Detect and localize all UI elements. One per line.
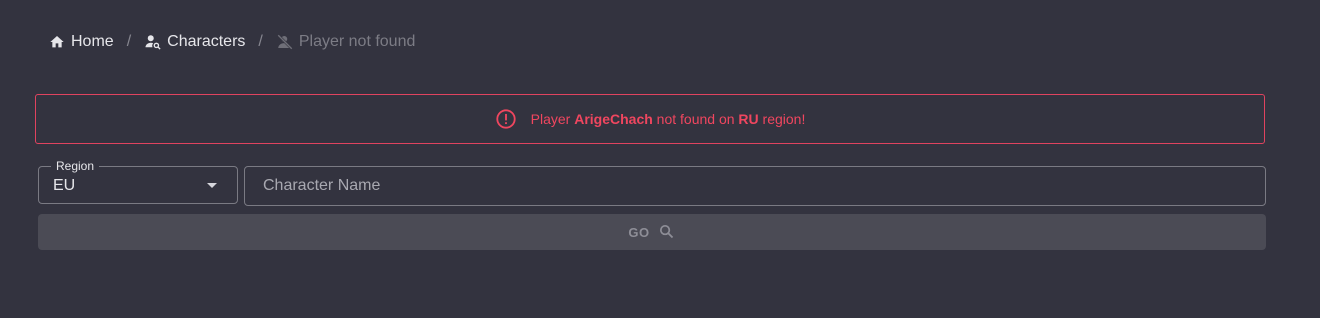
user-off-icon xyxy=(276,33,294,51)
breadcrumb-separator: / xyxy=(126,33,132,50)
alert-circle-icon xyxy=(495,108,517,130)
character-name-input[interactable] xyxy=(244,166,1266,206)
user-search-icon xyxy=(144,33,162,51)
go-button-label: GO xyxy=(628,224,650,240)
breadcrumb-home-label: Home xyxy=(71,33,114,50)
page: Home / Characters / Player not found Pla… xyxy=(0,0,1320,318)
go-button[interactable]: GO xyxy=(38,214,1266,250)
alert-region: RU xyxy=(738,111,759,127)
region-select[interactable]: Region EU xyxy=(38,159,238,204)
alert-suffix: region! xyxy=(762,111,806,127)
alert-middle: not found on xyxy=(656,111,735,127)
chevron-down-icon[interactable] xyxy=(207,183,217,188)
breadcrumb-current-label: Player not found xyxy=(298,33,416,50)
home-icon xyxy=(48,33,66,51)
alert-player-name: ArigeChach xyxy=(574,111,653,127)
alert-prefix: Player xyxy=(530,111,571,127)
breadcrumb: Home / Characters / Player not found xyxy=(48,30,415,54)
region-value: EU xyxy=(53,177,76,194)
breadcrumb-home[interactable]: Home xyxy=(48,33,114,51)
breadcrumb-characters-label: Characters xyxy=(167,33,246,50)
breadcrumb-current: Player not found xyxy=(276,33,416,51)
region-label: Region xyxy=(51,159,100,173)
search-icon xyxy=(658,223,676,241)
breadcrumb-separator: / xyxy=(258,33,263,50)
alert-message: Player ArigeChach not found on RU region… xyxy=(531,111,806,127)
error-alert: Player ArigeChach not found on RU region… xyxy=(35,94,1265,144)
breadcrumb-characters[interactable]: Characters xyxy=(144,33,245,51)
